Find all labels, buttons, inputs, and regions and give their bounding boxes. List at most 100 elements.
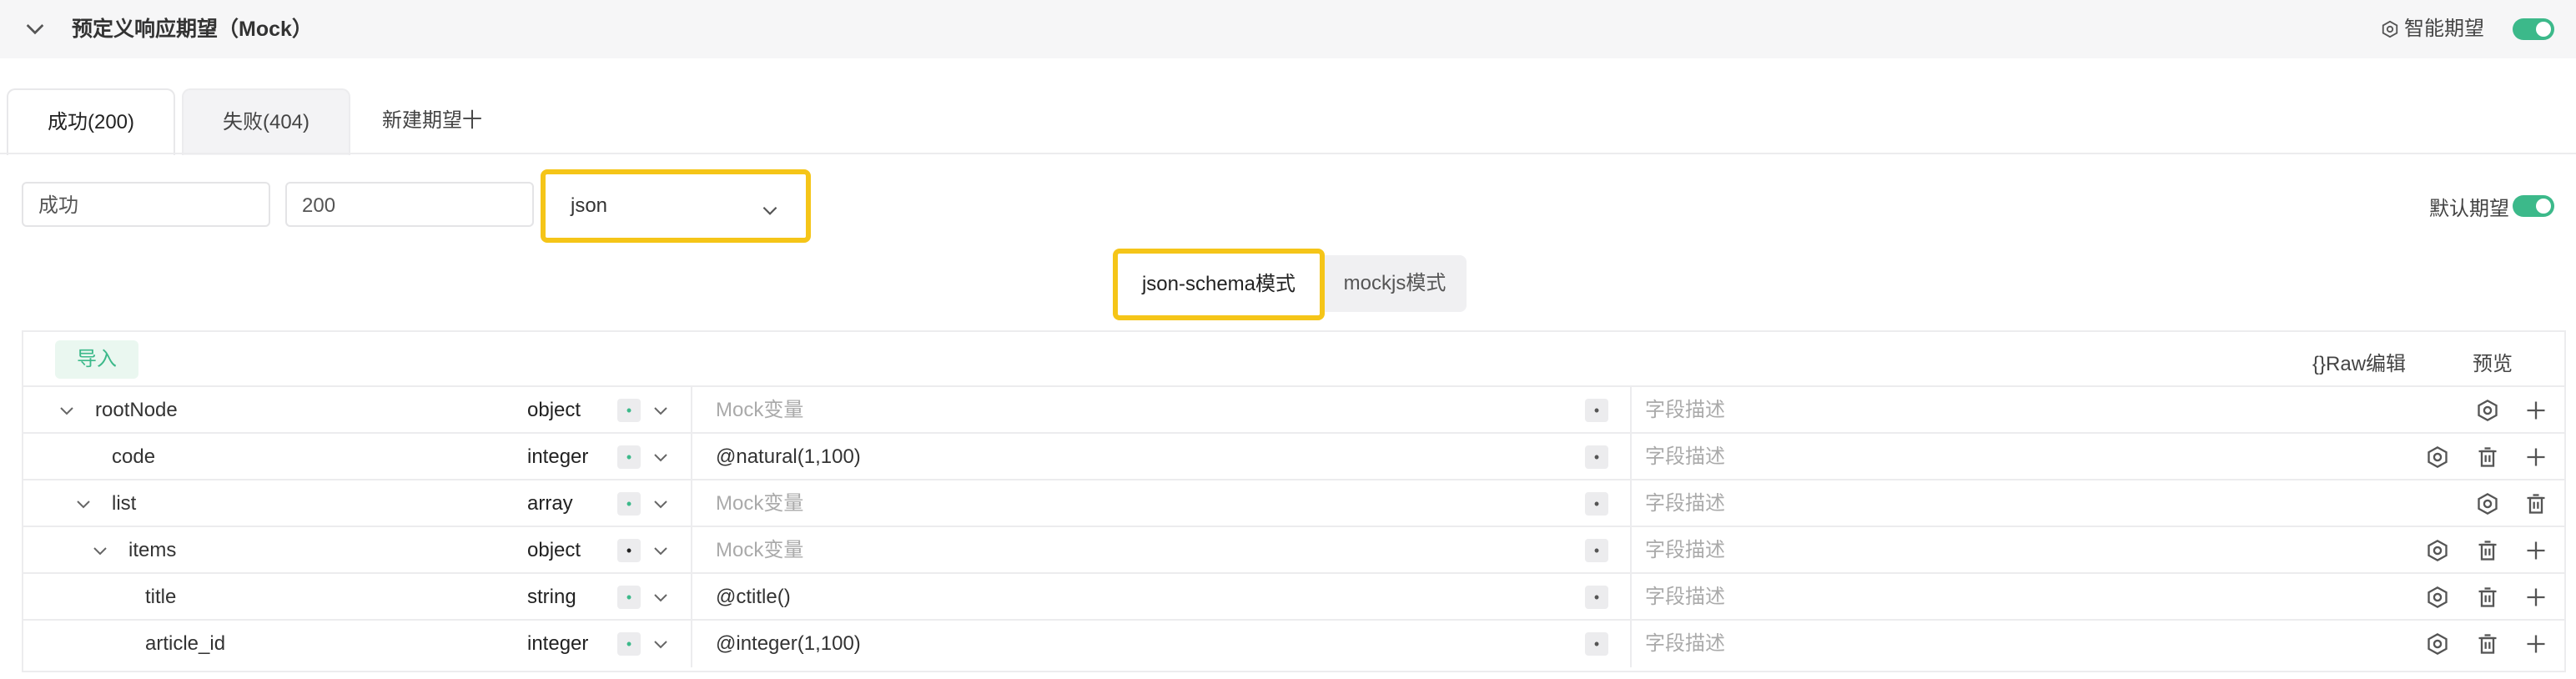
required-toggle[interactable]: • <box>617 586 641 609</box>
default-expectation-label: 默认期望 <box>2429 198 2509 220</box>
mock-option-marker[interactable]: • <box>1585 492 1608 516</box>
smart-expectation-label[interactable]: 智能期望 <box>2381 15 2484 43</box>
schema-table: 导入 {}Raw编辑 预览 rootNode object • Mock变量 •… <box>22 330 2566 672</box>
add-icon[interactable] <box>2524 539 2548 562</box>
required-toggle[interactable]: • <box>617 399 641 422</box>
field-name[interactable]: list <box>112 480 136 527</box>
description-input[interactable]: 字段描述 <box>1645 434 1725 480</box>
field-name[interactable]: code <box>112 434 155 480</box>
tab-new-expectation[interactable]: 新建期望十 <box>367 88 497 153</box>
chevron-down-icon[interactable] <box>651 634 671 654</box>
mock-option-marker[interactable]: • <box>1585 445 1608 469</box>
chevron-down-icon[interactable] <box>651 541 671 561</box>
default-expectation-toggle[interactable] <box>2513 195 2554 217</box>
field-type[interactable]: object <box>527 387 581 434</box>
chevron-down-icon[interactable] <box>651 447 671 467</box>
chevron-down-icon[interactable] <box>651 587 671 607</box>
column-divider <box>691 387 692 434</box>
mock-option-marker[interactable]: • <box>1585 539 1608 562</box>
description-input[interactable]: 字段描述 <box>1645 387 1725 434</box>
chevron-down-icon[interactable] <box>57 400 77 420</box>
chevron-down-icon[interactable] <box>22 15 48 42</box>
field-name[interactable]: items <box>128 527 176 574</box>
import-button[interactable]: 导入 <box>55 340 138 379</box>
field-name[interactable]: rootNode <box>95 387 178 434</box>
chevron-down-icon <box>762 206 777 215</box>
required-toggle[interactable]: • <box>617 632 641 656</box>
format-select-value: json <box>571 194 608 217</box>
trash-icon[interactable] <box>2476 586 2499 609</box>
settings-icon[interactable] <box>2476 492 2499 516</box>
required-toggle[interactable]: • <box>617 492 641 516</box>
trash-icon[interactable] <box>2524 492 2548 516</box>
mock-input[interactable]: Mock变量 <box>716 480 803 527</box>
add-icon[interactable] <box>2524 632 2548 656</box>
chevron-down-icon[interactable] <box>651 400 671 420</box>
description-input[interactable]: 字段描述 <box>1645 480 1725 527</box>
add-icon[interactable] <box>2524 399 2548 422</box>
add-icon[interactable] <box>2524 586 2548 609</box>
field-type[interactable]: string <box>527 574 576 621</box>
mock-option-marker[interactable]: • <box>1585 399 1608 422</box>
tab-fail-404[interactable]: 失败(404) <box>182 88 350 155</box>
field-type[interactable]: integer <box>527 621 588 667</box>
table-row: article_id integer • @integer(1,100) • 字… <box>23 619 2564 667</box>
settings-icon <box>2382 20 2398 38</box>
smart-expectation-toggle[interactable] <box>2513 18 2554 40</box>
column-divider <box>691 574 692 621</box>
table-row: code integer • @natural(1,100) • 字段描述 <box>23 432 2564 480</box>
required-toggle[interactable]: • <box>617 445 641 469</box>
mock-input[interactable]: Mock变量 <box>716 527 803 574</box>
description-input[interactable]: 字段描述 <box>1645 621 1725 667</box>
section-title: 预定义响应期望（Mock） <box>72 18 313 41</box>
mock-input[interactable]: @natural(1,100) <box>716 434 861 480</box>
field-type[interactable]: object <box>527 527 581 574</box>
settings-icon[interactable] <box>2426 445 2449 469</box>
column-divider <box>1630 621 1632 667</box>
mock-input[interactable]: @integer(1,100) <box>716 621 861 667</box>
json-schema-mode-button[interactable]: json-schema模式 <box>1113 249 1325 320</box>
status-code-input[interactable]: 200 <box>285 182 534 227</box>
raw-edit-button[interactable]: {}Raw编辑 <box>2312 347 2406 376</box>
column-divider <box>1630 527 1632 574</box>
description-input[interactable]: 字段描述 <box>1645 527 1725 574</box>
settings-icon[interactable] <box>2426 539 2449 562</box>
field-type[interactable]: integer <box>527 434 588 480</box>
preview-button[interactable]: 预览 <box>2473 347 2513 376</box>
column-divider <box>1630 480 1632 527</box>
field-type[interactable]: array <box>527 480 573 527</box>
table-row: rootNode object • Mock变量 • 字段描述 <box>23 385 2564 434</box>
table-row: list array • Mock变量 • 字段描述 <box>23 479 2564 527</box>
add-icon[interactable] <box>2524 445 2548 469</box>
mock-option-marker[interactable]: • <box>1585 586 1608 609</box>
mock-section-header: 预定义响应期望（Mock） 智能期望 <box>0 0 2576 58</box>
column-divider <box>691 480 692 527</box>
trash-icon[interactable] <box>2476 632 2499 656</box>
chevron-down-icon[interactable] <box>73 494 93 514</box>
trash-icon[interactable] <box>2476 445 2499 469</box>
trash-icon[interactable] <box>2476 539 2499 562</box>
mock-option-marker[interactable]: • <box>1585 632 1608 656</box>
mock-input[interactable]: Mock变量 <box>716 387 803 434</box>
required-toggle[interactable]: • <box>617 539 641 562</box>
column-divider <box>1630 434 1632 480</box>
mock-input[interactable]: @ctitle() <box>716 574 791 621</box>
settings-icon[interactable] <box>2426 586 2449 609</box>
chevron-down-icon[interactable] <box>90 541 110 561</box>
settings-icon[interactable] <box>2426 632 2449 656</box>
tab-divider <box>0 153 2576 154</box>
column-divider <box>691 621 692 667</box>
tab-success-200[interactable]: 成功(200) <box>7 88 175 155</box>
mockjs-mode-button[interactable]: mockjs模式 <box>1330 255 1460 312</box>
column-divider <box>1630 574 1632 621</box>
description-input[interactable]: 字段描述 <box>1645 574 1725 621</box>
table-row: items object • Mock变量 • 字段描述 <box>23 526 2564 574</box>
settings-icon[interactable] <box>2476 399 2499 422</box>
format-select[interactable]: json <box>541 169 811 243</box>
field-name[interactable]: title <box>145 574 176 621</box>
column-divider <box>691 527 692 574</box>
expectation-name-input[interactable]: 成功 <box>22 182 270 227</box>
chevron-down-icon[interactable] <box>651 494 671 514</box>
field-name[interactable]: article_id <box>145 621 225 667</box>
column-divider <box>691 434 692 480</box>
